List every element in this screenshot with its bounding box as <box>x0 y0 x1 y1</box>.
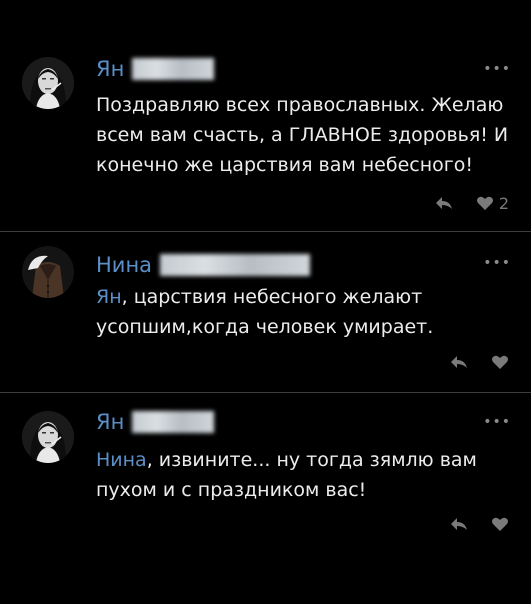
avatar-nina[interactable] <box>22 246 74 298</box>
coat-avatar-icon <box>22 246 74 298</box>
heart-icon <box>476 195 494 211</box>
more-dots-icon[interactable]: ••• <box>483 62 511 76</box>
avatar-yan[interactable] <box>22 57 74 109</box>
blurred-surname <box>132 58 215 80</box>
like-button[interactable] <box>491 516 509 532</box>
reply-arrow-icon[interactable] <box>449 354 469 370</box>
comment-thread: Ян ••• Поздравляю всех православных. Жел… <box>0 0 531 604</box>
like-button[interactable]: 2 <box>476 194 509 213</box>
reply-arrow-icon[interactable] <box>449 516 469 532</box>
comment-3: Ян ••• Нина, извините... ну тогда зямлю … <box>0 393 531 604</box>
heart-icon <box>491 354 509 370</box>
comment-2: Нина ••• Ян, царствия небесного желают у… <box>0 232 531 392</box>
more-dots-icon[interactable]: ••• <box>483 415 511 429</box>
author-name[interactable]: Ян <box>96 54 124 84</box>
girl-avatar-icon <box>22 57 74 109</box>
mention-link[interactable]: Ян <box>96 286 122 308</box>
like-button[interactable] <box>491 354 509 370</box>
reply-arrow-icon[interactable] <box>434 195 454 211</box>
avatar-yan[interactable] <box>22 411 74 463</box>
blurred-surname <box>160 254 311 276</box>
comment-text: Ян, царствия небесного желают усопшим,ко… <box>96 286 434 338</box>
comment-1: Ян ••• Поздравляю всех православных. Жел… <box>0 0 531 230</box>
blurred-surname <box>132 411 215 433</box>
like-count: 2 <box>498 193 509 213</box>
heart-icon <box>491 516 509 532</box>
more-dots-icon[interactable]: ••• <box>483 256 511 270</box>
girl-avatar-icon <box>22 411 74 463</box>
comment-text: Поздравляю всех православных. Желаю всем… <box>96 94 509 176</box>
author-name[interactable]: Нина <box>96 250 152 280</box>
author-name[interactable]: Ян <box>96 407 124 437</box>
mention-link[interactable]: Нина <box>96 449 147 471</box>
comment-text: Нина, извините... ну тогда зямлю вам пух… <box>96 449 477 501</box>
